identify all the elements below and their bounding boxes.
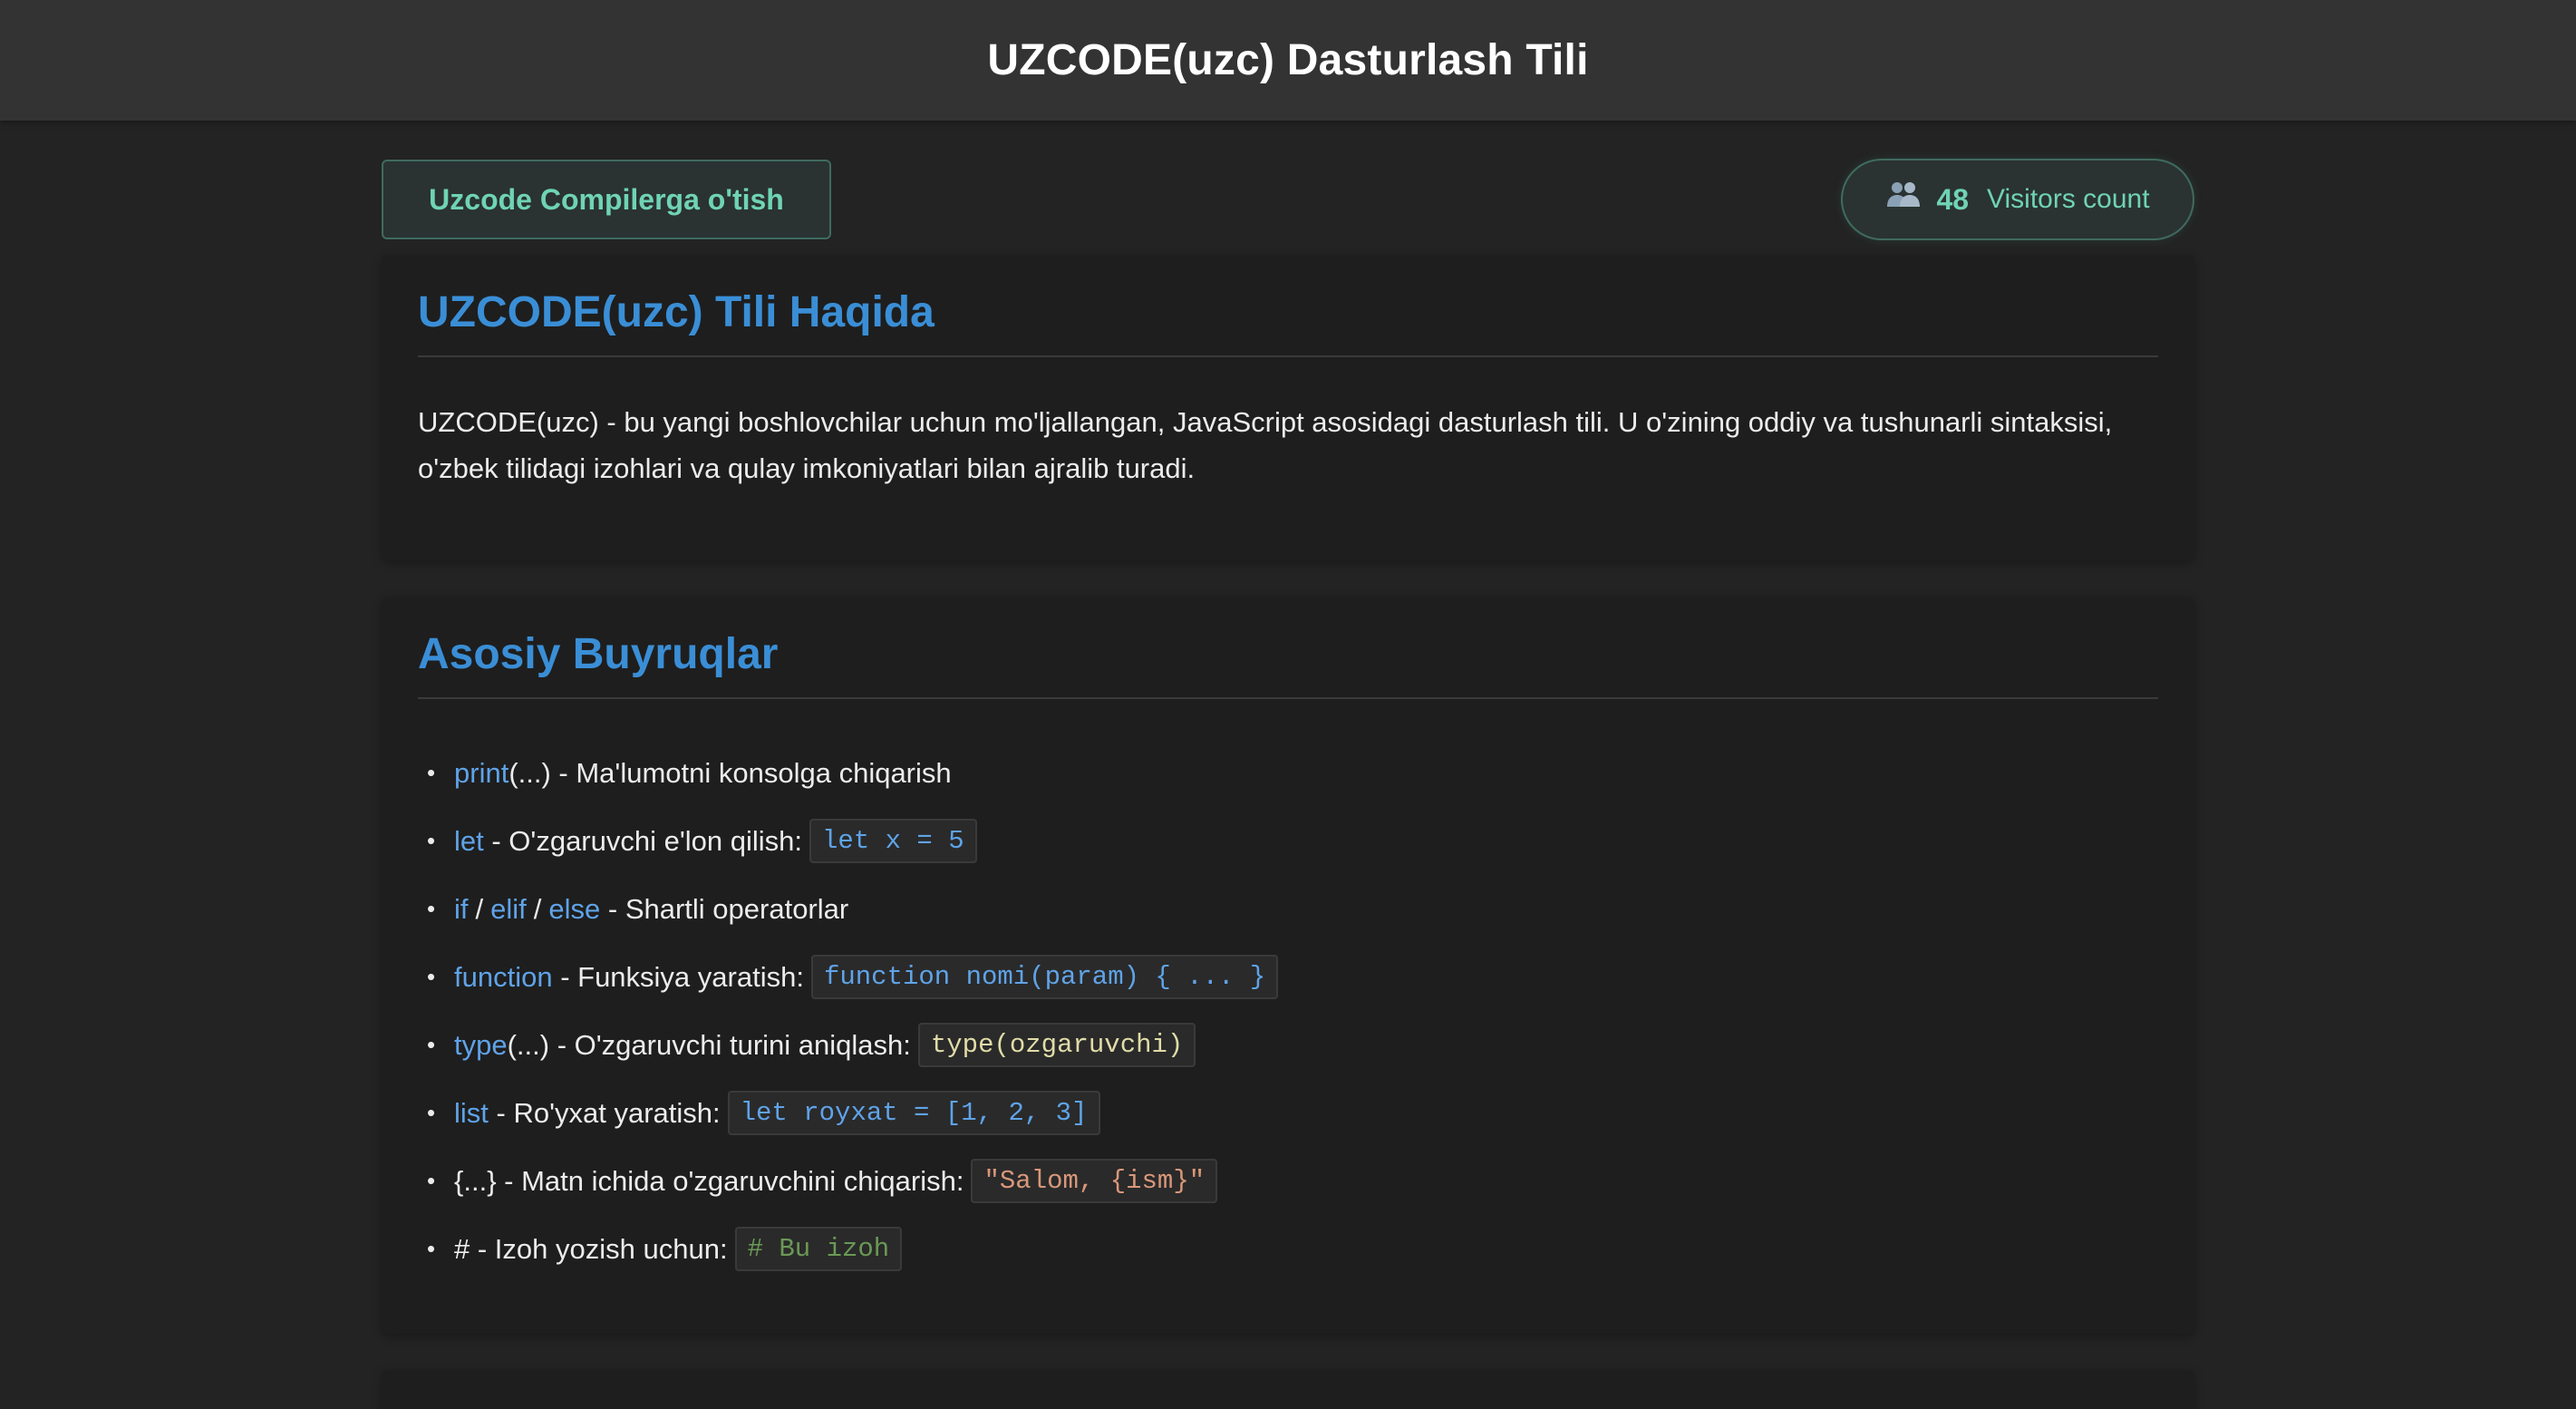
list-item: • if / elif / else - Shartli operatorlar [418, 875, 2158, 943]
keyword: type [454, 1028, 508, 1061]
actions-row: Uzcode Compilerga o'tish 48 Visitors cou… [382, 121, 2194, 255]
list-item: • # - Izoh yozish uchun: # Bu izoh [418, 1215, 2158, 1283]
next-section [382, 1370, 2194, 1409]
users-icon [1887, 182, 1921, 207]
command-description: (...) - Ma'lumotni konsolga chiqarish [508, 756, 952, 789]
list-item: • let - O'zgaruvchi e'lon qilish: let x … [418, 807, 2158, 875]
about-heading: UZCODE(uzc) Tili Haqida [418, 287, 2158, 357]
code-example: let x = 5 [809, 819, 977, 863]
code-example: "Salom, {ism}" [971, 1159, 1218, 1203]
about-text: UZCODE(uzc) - bu yangi boshlovchilar uch… [418, 406, 2113, 484]
commands-list: • print (...) - Ma'lumotni konsolga chiq… [418, 739, 2158, 1283]
bullet: • [427, 1031, 436, 1058]
visitors-count-value: 48 [1936, 182, 1970, 216]
command-description: {...} - Matn ichida o'zgaruvchini chiqar… [454, 1164, 964, 1197]
bullet: • [427, 827, 436, 854]
separator: / [533, 892, 542, 925]
command-description: (...) - O'zgaruvchi turini aniqlash: [507, 1028, 911, 1061]
bullet: • [427, 963, 436, 990]
keyword: print [454, 756, 509, 789]
list-item: • function - Funksiya yaratish: function… [418, 943, 2158, 1011]
commands-heading: Asosiy Buyruqlar [418, 629, 2158, 699]
code-example: let royxat = [1, 2, 3] [727, 1091, 1100, 1135]
list-item: • {...} - Matn ichida o'zgaruvchini chiq… [418, 1147, 2158, 1215]
keyword: let [454, 824, 484, 857]
code-example: type(ozgaruvchi) [917, 1023, 1196, 1067]
list-item: • print (...) - Ma'lumotni konsolga chiq… [418, 739, 2158, 807]
code-example: function nomi(param) { ... } [810, 955, 1279, 999]
page-title: UZCODE(uzc) Dasturlash Tili [987, 36, 1589, 84]
keyword: if [454, 892, 469, 925]
code-example: # Bu izoh [734, 1227, 903, 1271]
compiler-link-button[interactable]: Uzcode Compilerga o'tish [382, 160, 831, 239]
command-description: # - Izoh yozish uchun: [454, 1232, 728, 1265]
command-description: - Funksiya yaratish: [552, 960, 804, 993]
about-section: UZCODE(uzc) Tili Haqida UZCODE(uzc) - bu… [382, 255, 2194, 560]
list-item: • type (...) - O'zgaruvchi turini aniqla… [418, 1011, 2158, 1079]
keyword: function [454, 960, 553, 993]
keyword: else [548, 892, 601, 925]
top-header: UZCODE(uzc) Dasturlash Tili [0, 0, 2576, 121]
bullet: • [427, 1167, 436, 1194]
bullet: • [427, 1099, 436, 1126]
keyword: elif [490, 892, 527, 925]
keyword: list [454, 1096, 489, 1129]
visitors-count-label: Visitors count [1987, 184, 2150, 214]
separator: / [475, 892, 484, 925]
bullet: • [427, 1235, 436, 1262]
visitors-counter: 48 Visitors count [1841, 159, 2194, 240]
bullet: • [427, 759, 436, 786]
commands-section: Asosiy Buyruqlar • print (...) - Ma'lumo… [382, 597, 2194, 1334]
list-item: • list - Ro'yxat yaratish: let royxat = … [418, 1079, 2158, 1147]
command-description: - O'zgaruvchi e'lon qilish: [483, 824, 803, 857]
command-description: - Ro'yxat yaratish: [488, 1096, 721, 1129]
main-container: Uzcode Compilerga o'tish 48 Visitors cou… [382, 121, 2194, 1409]
command-description: - Shartli operatorlar [600, 892, 849, 925]
bullet: • [427, 895, 436, 922]
